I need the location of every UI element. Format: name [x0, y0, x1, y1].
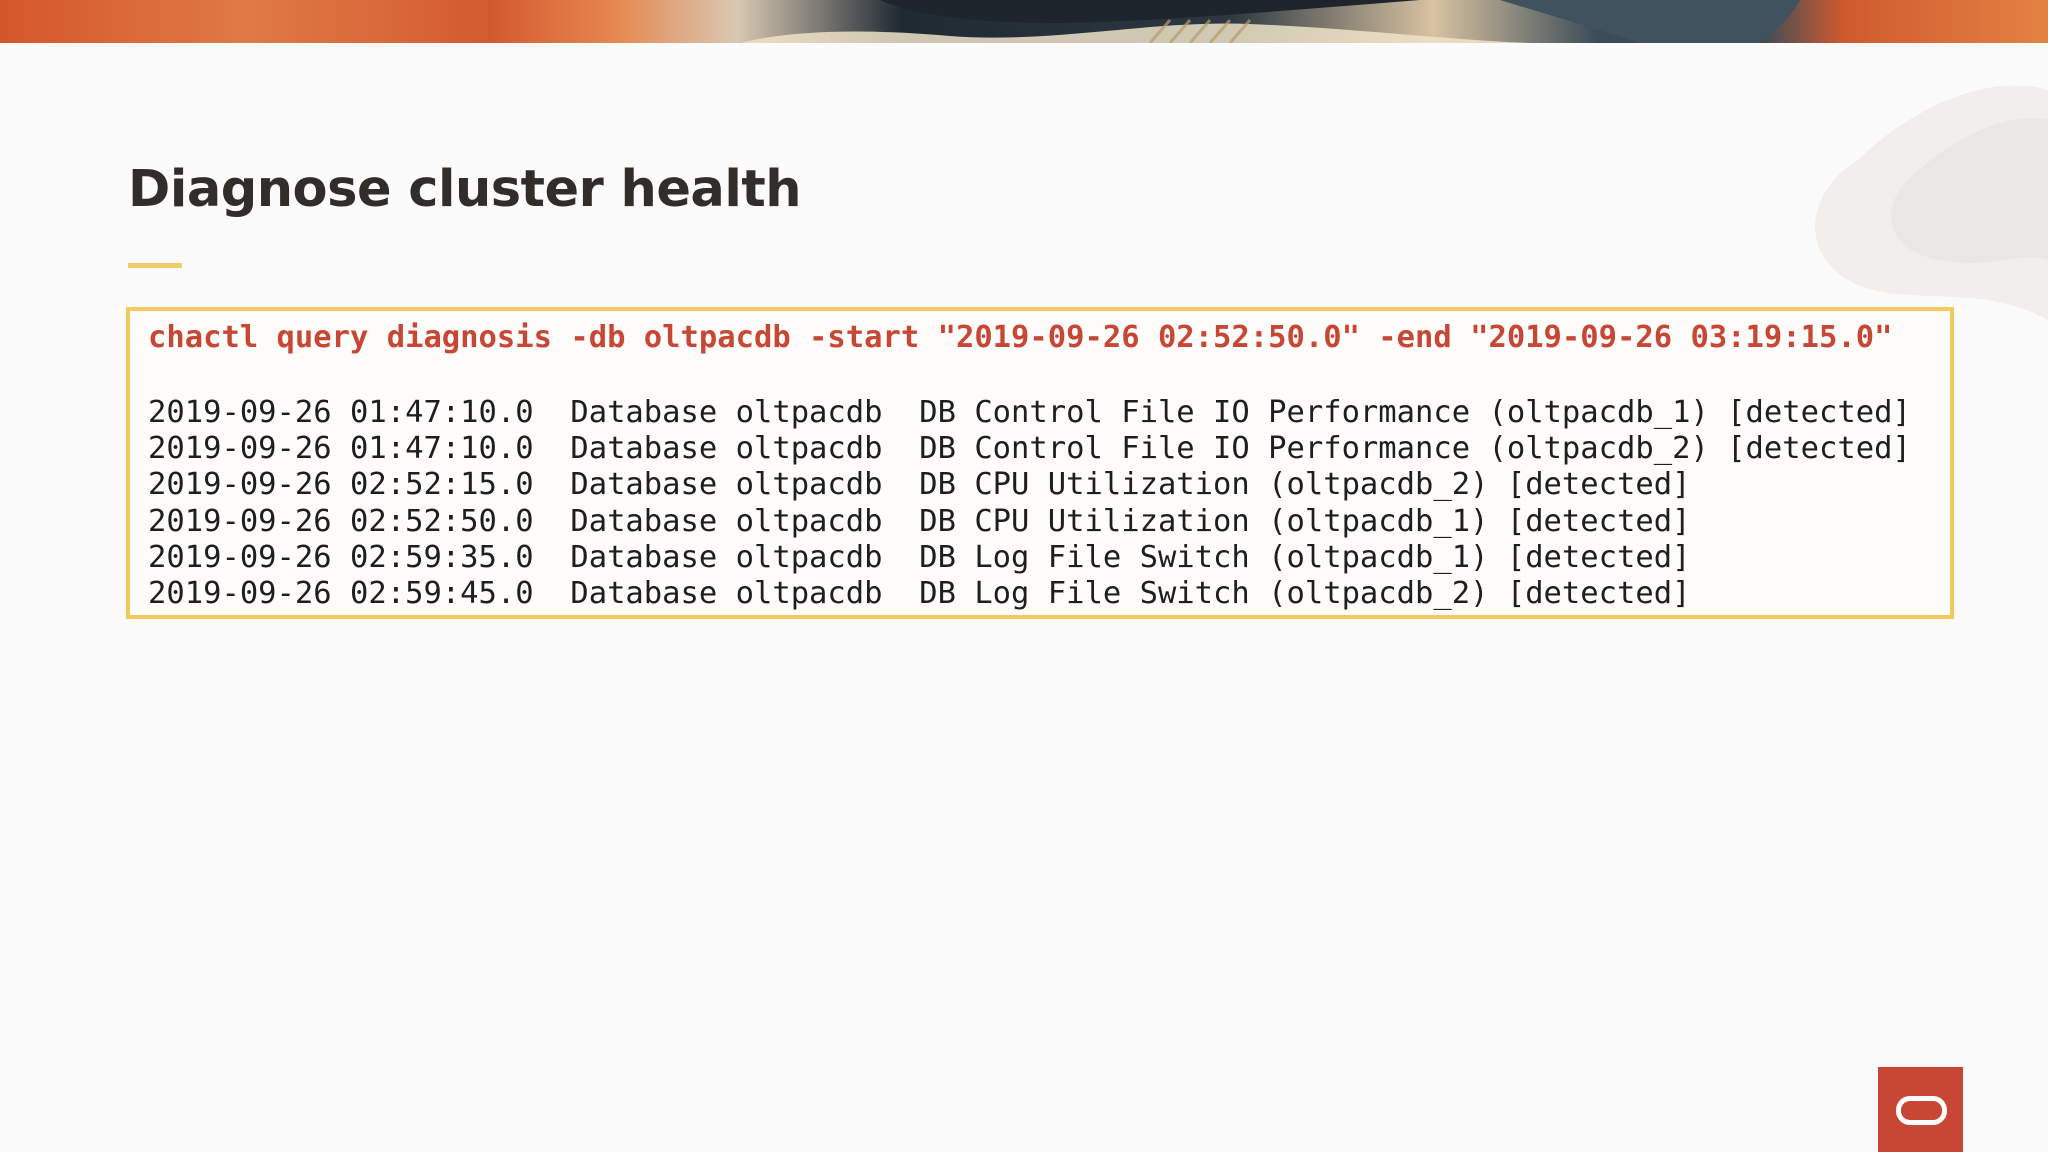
banner-artwork [740, 0, 1800, 43]
output-line: 2019-09-26 02:59:45.0 Database oltpacdb … [148, 576, 1691, 611]
oracle-logo-icon [1896, 1096, 1947, 1125]
oracle-logo [1878, 1067, 1963, 1152]
command-line: chactl query diagnosis -db oltpacdb -sta… [148, 320, 1893, 355]
title-accent-bar [128, 263, 182, 268]
code-block: chactl query diagnosis -db oltpacdb -sta… [126, 307, 1954, 619]
header-banner [0, 0, 2048, 43]
page-title: Diagnose cluster health [128, 160, 802, 219]
output-line: 2019-09-26 02:52:15.0 Database oltpacdb … [148, 467, 1691, 502]
output-line: 2019-09-26 02:52:50.0 Database oltpacdb … [148, 504, 1691, 539]
background-texture [1815, 85, 2048, 320]
output-line: 2019-09-26 01:47:10.0 Database oltpacdb … [148, 395, 1911, 430]
output-line: 2019-09-26 02:59:35.0 Database oltpacdb … [148, 540, 1691, 575]
output-line: 2019-09-26 01:47:10.0 Database oltpacdb … [148, 431, 1911, 466]
